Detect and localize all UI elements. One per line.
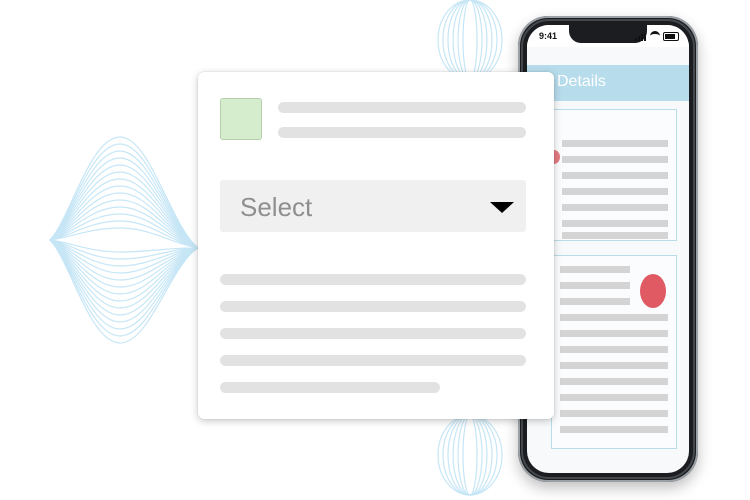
wave-line: [457, 414, 483, 496]
text-line: [560, 266, 630, 273]
form-card: Select: [198, 72, 554, 419]
text-line: [560, 346, 668, 353]
text-line: [562, 140, 668, 147]
placeholder-line: [278, 127, 526, 138]
details-title: Details: [557, 73, 606, 90]
text-line: [560, 426, 668, 433]
placeholder-line: [220, 382, 440, 393]
text-line: [562, 188, 668, 195]
placeholder-line: [220, 355, 526, 366]
wave-line: [462, 0, 478, 81]
status-time: 9:41: [539, 31, 558, 41]
text-line: [560, 314, 668, 321]
text-line: [560, 330, 668, 337]
signal-icon: [635, 32, 647, 41]
thumbnail-image: [220, 98, 262, 140]
text-line: [562, 204, 668, 211]
battery-icon: [663, 32, 679, 41]
text-line: [560, 298, 630, 305]
text-line: [560, 394, 668, 401]
status-icons: [635, 31, 679, 42]
placeholder-line: [278, 102, 526, 113]
status-bar: 9:41: [527, 25, 689, 47]
status-dot: [640, 274, 666, 308]
text-line: [560, 362, 668, 369]
wave-line: [442, 0, 498, 81]
placeholder-line: [220, 301, 526, 312]
wifi-icon: [650, 31, 660, 42]
text-line: [562, 156, 668, 163]
caret-down-icon: [490, 202, 514, 213]
text-line: [560, 378, 668, 385]
select-value: Select: [240, 192, 313, 222]
text-line: [562, 232, 668, 239]
text-line: [560, 282, 630, 289]
placeholder-line: [220, 328, 526, 339]
text-line: [562, 172, 668, 179]
wave-line: [457, 0, 483, 81]
select-dropdown[interactable]: Select: [220, 180, 526, 232]
wave-line: [442, 414, 498, 496]
text-line: [562, 220, 668, 227]
wave-line: [447, 0, 493, 81]
text-line: [560, 410, 668, 417]
placeholder-line: [220, 274, 526, 285]
detail-card: [551, 255, 677, 449]
detail-card: [548, 109, 677, 241]
wave-line: [447, 414, 493, 496]
wave-line: [462, 414, 478, 496]
